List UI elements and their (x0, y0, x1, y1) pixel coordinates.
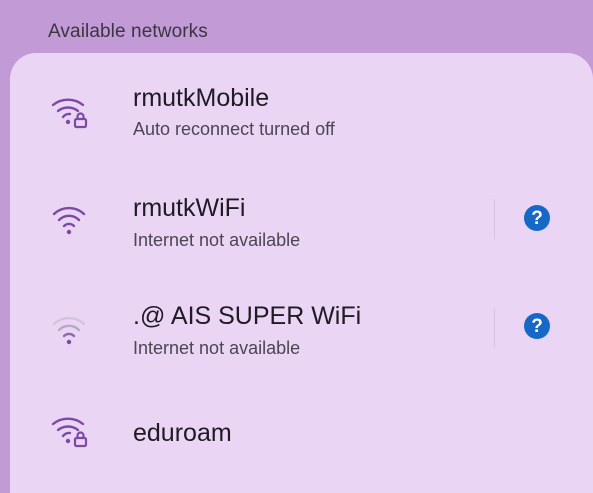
wifi-lock-icon (51, 417, 88, 448)
network-item-eduroam[interactable]: eduroam (10, 382, 593, 488)
row-divider (494, 308, 495, 348)
help-icon: ? (531, 207, 543, 229)
network-item-rmutkwifi[interactable]: rmutkWiFi Internet not available ? (10, 160, 593, 266)
section-title: Available networks (48, 21, 208, 42)
available-networks-header: Available networks (0, 0, 593, 56)
network-name: rmutkMobile (133, 84, 270, 112)
network-status: Internet not available (133, 230, 301, 250)
network-item-rmutkmobile[interactable]: rmutkMobile Auto reconnect turned off (10, 53, 593, 159)
wifi-icon (52, 206, 86, 235)
network-name: rmutkWiFi (133, 194, 246, 222)
network-name: eduroam (133, 419, 232, 447)
network-status: Auto reconnect turned off (133, 119, 335, 139)
network-item-ais-super-wifi[interactable]: .@ AIS SUPER WiFi Internet not available… (10, 271, 593, 377)
network-status: Internet not available (133, 338, 301, 358)
help-button[interactable]: ? (524, 205, 550, 231)
help-button[interactable]: ? (524, 313, 550, 339)
row-divider (494, 199, 495, 239)
wifi-weak-icon (52, 316, 86, 345)
help-icon: ? (531, 315, 543, 337)
network-name: .@ AIS SUPER WiFi (133, 302, 362, 330)
wifi-lock-icon (51, 98, 88, 129)
network-list: rmutkMobile Auto reconnect turned off rm… (10, 53, 593, 493)
